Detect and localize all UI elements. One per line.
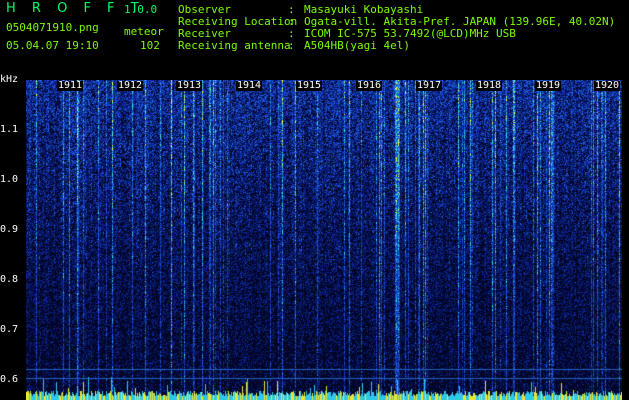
frequency-axis: kHz 1.1 1.0 0.9 0.8 0.7 0.6 [0,70,26,400]
time-label: 1915 [296,80,323,91]
app-version: 1.0.0 [124,3,158,16]
axis-tick-label: 0.9 [0,224,19,235]
hrofft-window: { "app": { "title": "H R O F F T", "vers… [0,0,629,400]
time-label: 1919 [535,80,562,91]
time-label: 1911 [57,80,84,91]
time-label: 1916 [356,80,383,91]
meteor-count: 102 [140,39,160,52]
mode-label: meteor [124,25,164,38]
time-label: 1914 [236,80,263,91]
axis-tick-label: 0.8 [0,274,19,285]
info-label: Receiving antenna [178,39,291,52]
capture-datetime: 05.04.07 19:10 [6,39,99,52]
time-label: 1917 [416,80,443,91]
axis-tick-label: 1.1 [0,124,19,135]
info-value: A504HB(yagi 4el) [304,39,410,52]
time-label: 1912 [117,80,144,91]
time-label: 1920 [594,80,621,91]
info-row-antenna: Receiving antenna : A504HB(yagi 4el) [178,40,618,52]
axis-tick-label: 0.6 [0,374,19,385]
info-separator: : [288,39,295,52]
file-name: 0504071910.png [6,21,99,34]
time-label: 1918 [476,80,503,91]
axis-unit-label: kHz [0,74,19,85]
axis-tick-label: 1.0 [0,174,19,185]
time-label: 1913 [176,80,203,91]
spectrogram-canvas[interactable] [26,80,622,400]
axis-tick-label: 0.7 [0,324,19,335]
